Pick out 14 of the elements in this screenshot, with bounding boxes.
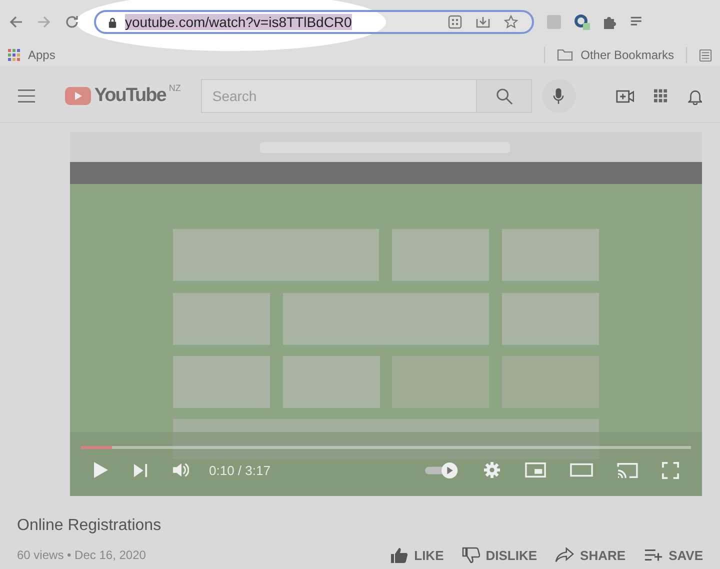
search-field[interactable]: Search <box>201 79 478 113</box>
share-button[interactable]: SHARE <box>548 547 633 563</box>
youtube-wordmark: YouTube <box>94 85 166 107</box>
bookmark-link[interactable]: Apps <box>28 48 56 62</box>
url-text: youtube.com/watch?v=is8TTlBdCR0 <box>125 14 352 30</box>
time-display: 0:10 / 3:17 <box>209 462 270 478</box>
bookmark-folder[interactable]: Other Bookmarks <box>580 48 674 62</box>
view-count-and-date: 60 views • Dec 16, 2020 <box>17 548 146 562</box>
save-button[interactable]: SAVE <box>636 548 710 562</box>
dislike-button[interactable]: DISLIKE <box>454 547 544 563</box>
region-code: NZ <box>168 83 181 93</box>
video-title: Online Registrations <box>17 517 162 535</box>
like-button[interactable]: LIKE <box>383 547 451 563</box>
address-bar[interactable]: youtube.com/watch?v=is8TTlBdCR0 <box>94 10 534 34</box>
